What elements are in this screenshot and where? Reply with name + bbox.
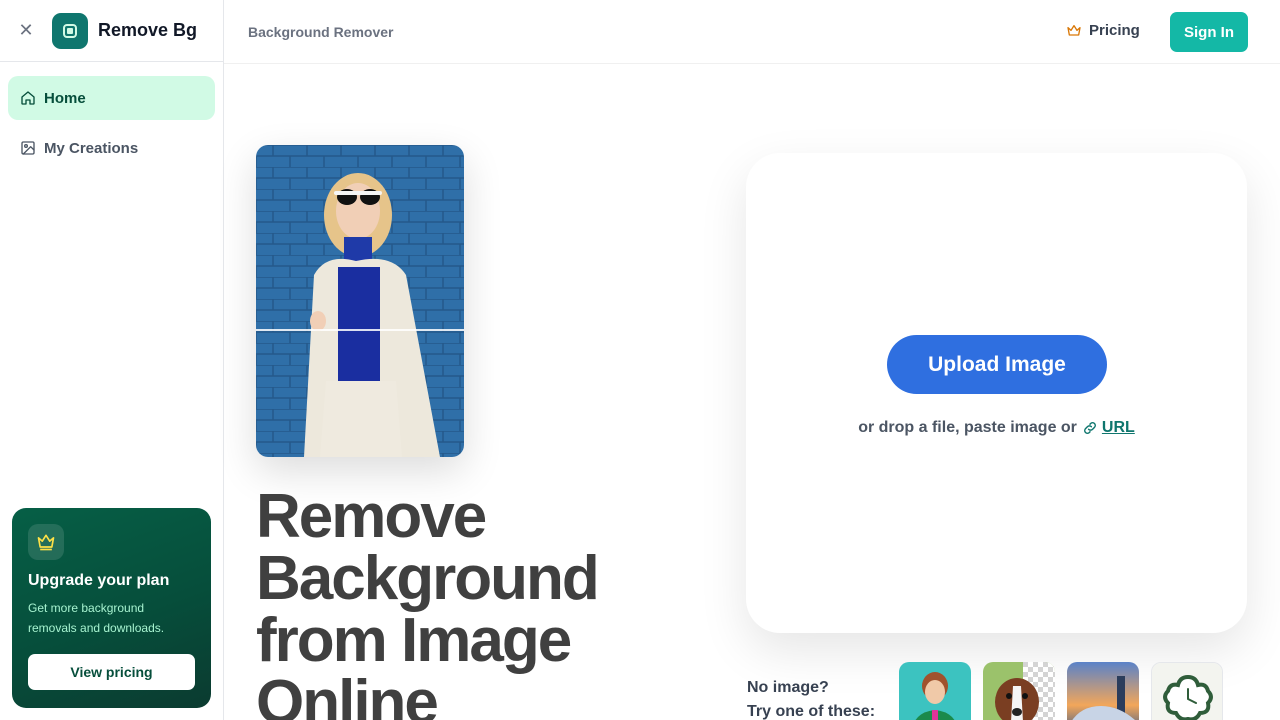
breadcrumb: Background Remover (248, 23, 394, 40)
samples-prompt: No image? Try one of these: (747, 676, 875, 720)
top-header: Background Remover Pricing Sign In (224, 0, 1280, 64)
logo-icon (52, 12, 88, 49)
sidebar-item-my-creations[interactable]: My Creations (8, 126, 215, 170)
link-icon (1083, 422, 1096, 434)
sign-in-button[interactable]: Sign In (1170, 12, 1248, 52)
sample-thumb-car[interactable] (1067, 662, 1139, 720)
hero-example-image (256, 145, 464, 457)
sample-thumb-clock[interactable] (1151, 662, 1223, 720)
drop-text: or drop a file, paste image or (858, 419, 1077, 436)
hero-headline: Remove Background from Image Online (256, 482, 600, 720)
sidebar-item-label: Home (44, 89, 86, 107)
sample-thumb-person[interactable] (899, 662, 971, 720)
app-root: ✕ Remove Bg Home My Creations Upgrade yo… (0, 0, 1280, 720)
pricing-link[interactable]: Pricing (1066, 22, 1140, 39)
sidebar: ✕ Remove Bg Home My Creations Upgrade yo… (0, 0, 224, 720)
view-pricing-button[interactable]: View pricing (28, 654, 195, 690)
upgrade-description: Get more background removals and downloa… (28, 601, 165, 635)
upload-image-button[interactable]: Upload Image (887, 335, 1107, 394)
brand-name: Remove Bg (98, 20, 198, 40)
sidebar-header: ✕ Remove Bg (0, 0, 223, 62)
sample-thumb-dog[interactable] (983, 662, 1055, 720)
sidebar-nav: Home My Creations (0, 62, 223, 170)
upgrade-title: Upgrade your plan (28, 572, 170, 589)
drop-instructions: or drop a file, paste image or URL (746, 419, 1247, 437)
pricing-label: Pricing (1089, 22, 1140, 39)
upgrade-card: Upgrade your plan Get more background re… (12, 508, 211, 708)
gallery-icon (21, 141, 35, 155)
upload-dropzone[interactable]: Upload Image or drop a file, paste image… (746, 153, 1247, 633)
samples-line-2: Try one of these: (747, 703, 876, 720)
samples-line-1: No image? (747, 679, 829, 696)
sidebar-item-home[interactable]: Home (8, 76, 215, 120)
home-icon (21, 91, 35, 105)
close-icon[interactable]: ✕ (16, 20, 36, 41)
url-link[interactable]: URL (1102, 419, 1135, 437)
sidebar-item-label: My Creations (44, 139, 139, 157)
crown-icon (1067, 24, 1081, 36)
crown-icon (28, 524, 64, 560)
